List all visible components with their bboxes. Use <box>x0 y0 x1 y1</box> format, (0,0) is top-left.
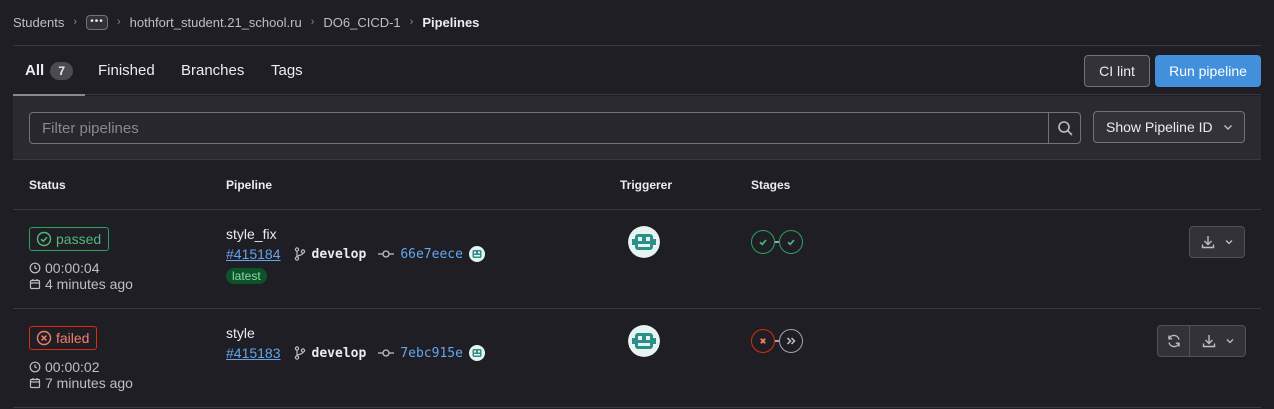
breadcrumb-students[interactable]: Students <box>13 15 64 30</box>
show-pipeline-id-dropdown[interactable]: Show Pipeline ID <box>1093 111 1245 143</box>
status-label: failed <box>56 330 90 346</box>
branch-icon <box>294 247 305 261</box>
retry-button[interactable] <box>1157 325 1190 357</box>
filter-bar: Show Pipeline ID <box>13 96 1261 160</box>
avatar-icon <box>628 226 660 258</box>
branch-icon <box>294 346 305 360</box>
download-artifacts-dropdown[interactable] <box>1190 325 1246 357</box>
tab-all-label: All <box>25 62 45 79</box>
duration-value: 00:00:02 <box>45 359 100 375</box>
filter-pipelines-input[interactable] <box>29 112 1049 144</box>
commit-icon <box>378 349 395 357</box>
show-pipeline-id-label: Show Pipeline ID <box>1106 119 1213 135</box>
tab-tags[interactable]: Tags <box>271 46 303 95</box>
search-icon <box>1057 121 1072 136</box>
commit-icon <box>378 250 395 258</box>
download-icon <box>1202 335 1215 348</box>
row-divider <box>13 308 1261 309</box>
tab-all-count: 7 <box>50 61 74 80</box>
tab-branches-label: Branches <box>181 62 245 79</box>
pipeline-name[interactable]: style <box>226 325 255 341</box>
breadcrumb-separator-icon: › <box>117 16 121 28</box>
commit-sha-link[interactable]: 7ebc915e <box>400 346 463 361</box>
check-icon <box>759 239 767 246</box>
tab-finished-label: Finished <box>98 62 155 79</box>
stage-failed[interactable] <box>751 329 775 353</box>
duration: 00:00:02 <box>29 359 100 375</box>
avatar-icon[interactable] <box>468 246 485 262</box>
avatar-icon[interactable] <box>468 345 485 361</box>
clock-icon <box>29 361 41 373</box>
breadcrumb-separator-icon: › <box>310 16 315 28</box>
pipeline-meta: #415183 develop 7ebc915e <box>226 345 485 361</box>
column-header-pipeline: Pipeline <box>226 178 273 192</box>
pipeline-id-link[interactable]: #415184 <box>226 246 281 262</box>
chevron-down-icon <box>1224 125 1232 130</box>
header-divider <box>13 209 1261 210</box>
finished-time: 4 minutes ago <box>29 276 133 292</box>
chevron-down-icon <box>1225 240 1233 245</box>
check-circle-icon <box>36 231 52 247</box>
tab-finished[interactable]: Finished <box>98 46 155 95</box>
pipeline-id-link[interactable]: #415183 <box>226 345 281 361</box>
row-actions <box>1157 325 1246 357</box>
duration-value: 00:00:04 <box>45 260 100 276</box>
skip-icon <box>786 337 796 345</box>
breadcrumb-separator-icon: › <box>73 16 77 28</box>
calendar-icon <box>29 279 41 290</box>
tab-tags-label: Tags <box>271 62 303 79</box>
row-divider <box>13 407 1261 408</box>
pipeline-stages <box>751 230 803 254</box>
pipeline-stages <box>751 329 803 353</box>
breadcrumb-current: Pipelines <box>422 14 480 30</box>
status-badge-passed[interactable]: passed <box>29 227 110 251</box>
stage-success[interactable] <box>779 230 803 254</box>
chevron-down-icon <box>1226 339 1233 344</box>
tabs-bar: All 7 Finished Branches Tags CI lint Run… <box>13 45 1261 96</box>
column-header-status: Status <box>29 178 66 192</box>
x-circle-icon <box>36 330 52 346</box>
avatar-icon <box>628 325 660 357</box>
run-pipeline-button[interactable]: Run pipeline <box>1155 55 1261 87</box>
triggerer-avatar[interactable] <box>628 226 660 258</box>
triggerer-avatar[interactable] <box>628 325 660 357</box>
pipeline-name[interactable]: style_fix <box>226 226 277 242</box>
commit-sha-link[interactable]: 66e7eece <box>400 247 463 262</box>
ellipsis-icon[interactable]: ••• <box>86 14 108 30</box>
breadcrumb-user[interactable]: hothfort_student.21_school.ru <box>130 15 302 30</box>
branch-name[interactable]: develop <box>312 247 367 262</box>
status-label: passed <box>56 231 102 247</box>
stage-success[interactable] <box>751 230 775 254</box>
branch-name[interactable]: develop <box>312 346 367 361</box>
check-icon <box>787 239 795 246</box>
time-ago: 7 minutes ago <box>45 375 133 391</box>
download-artifacts-dropdown[interactable] <box>1189 226 1245 258</box>
breadcrumb-separator-icon: › <box>409 16 414 28</box>
finished-time: 7 minutes ago <box>29 375 133 391</box>
search-button[interactable] <box>1048 112 1081 144</box>
time-ago: 4 minutes ago <box>45 276 133 292</box>
breadcrumb: Students › ••• › hothfort_student.21_sch… <box>13 13 479 31</box>
x-icon <box>760 338 766 344</box>
retry-icon <box>1167 334 1180 348</box>
row-actions <box>1189 226 1245 258</box>
tab-branches[interactable]: Branches <box>181 46 244 95</box>
ci-lint-button[interactable]: CI lint <box>1084 55 1150 87</box>
clock-icon <box>29 262 41 274</box>
download-icon <box>1201 236 1215 249</box>
stage-skipped[interactable] <box>779 329 803 353</box>
column-header-triggerer: Triggerer <box>620 178 673 192</box>
latest-badge: latest <box>226 268 267 284</box>
breadcrumb-project[interactable]: DO6_CICD-1 <box>323 15 400 30</box>
calendar-icon <box>29 378 41 389</box>
tab-all[interactable]: All 7 <box>13 46 86 96</box>
column-header-stages: Stages <box>751 178 791 192</box>
pipeline-meta: #415184 develop 66e7eece <box>226 246 485 262</box>
duration: 00:00:04 <box>29 260 100 276</box>
status-badge-failed[interactable]: failed <box>29 326 98 350</box>
